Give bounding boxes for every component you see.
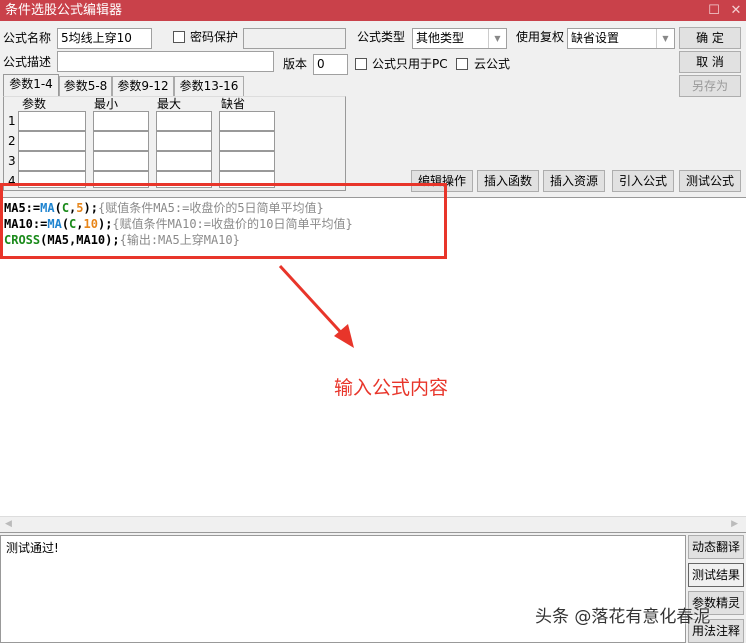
param-cell-input[interactable] — [18, 131, 86, 151]
type-value: 其他类型 — [416, 31, 465, 45]
type-label: 公式类型 — [357, 30, 406, 44]
save-as-button[interactable]: 另存为 — [679, 75, 741, 97]
output-text: 测试通过! — [6, 541, 59, 555]
scroll-right-icon[interactable]: ▶ — [731, 519, 738, 529]
maximize-icon[interactable]: ☐ — [704, 0, 724, 21]
formula-name-input[interactable]: 5均线上穿10 — [57, 28, 152, 49]
row-number: 3 — [8, 154, 16, 168]
param-cell-input[interactable] — [93, 111, 149, 131]
param-cell-input[interactable] — [156, 151, 212, 171]
param-cell-input[interactable] — [219, 111, 275, 131]
dynamic-translate-button[interactable]: 动态翻译 — [688, 535, 744, 559]
cloud-checkbox[interactable] — [456, 58, 468, 70]
annotation-text: 输入公式内容 — [334, 377, 449, 399]
name-label: 公式名称 — [3, 31, 52, 45]
param-cell-input[interactable] — [18, 111, 86, 131]
tab-params-9-12[interactable]: 参数9-12 — [112, 76, 174, 96]
default-header: 缺省 — [221, 97, 246, 111]
horizontal-scrollbar[interactable]: ◀ ▶ — [0, 516, 746, 533]
param-cell-input[interactable] — [18, 151, 86, 171]
min-header: 最小 — [94, 97, 119, 111]
max-header: 最大 — [157, 97, 182, 111]
password-label: 密码保护 — [190, 30, 239, 44]
password-checkbox[interactable] — [173, 31, 185, 43]
chevron-down-icon[interactable]: ▼ — [656, 29, 674, 48]
row-number: 2 — [8, 134, 16, 148]
adjust-value: 缺省设置 — [571, 31, 620, 45]
param-cell-input[interactable] — [219, 131, 275, 151]
param-cell-input[interactable] — [156, 111, 212, 131]
adjust-label: 使用复权 — [516, 30, 565, 44]
scroll-left-icon[interactable]: ◀ — [5, 519, 12, 529]
formula-type-select[interactable]: 其他类型 ▼ — [412, 28, 507, 49]
tab-params-1-4[interactable]: 参数1-4 — [3, 74, 59, 96]
tab-params-13-16[interactable]: 参数13-16 — [174, 76, 244, 96]
annotation-arrow-icon — [278, 264, 354, 348]
chevron-down-icon[interactable]: ▼ — [488, 29, 506, 48]
watermark: 头条 @落花有意化春泥 — [535, 607, 711, 627]
cancel-button[interactable]: 取 消 — [679, 51, 741, 73]
import-formula-button[interactable]: 引入公式 — [612, 170, 674, 192]
param-cell-input[interactable] — [93, 131, 149, 151]
desc-label: 公式描述 — [3, 55, 52, 69]
version-input[interactable]: 0 — [313, 54, 348, 75]
adjust-select[interactable]: 缺省设置 ▼ — [567, 28, 675, 49]
test-result-button[interactable]: 测试结果 — [688, 563, 744, 587]
pc-only-label: 公式只用于PC — [372, 57, 448, 71]
password-input[interactable] — [243, 28, 346, 49]
window-title: 条件选股公式编辑器 — [5, 3, 123, 18]
annotation-box — [0, 183, 447, 259]
pc-only-checkbox[interactable] — [355, 58, 367, 70]
ok-button[interactable]: 确 定 — [679, 27, 741, 49]
close-icon[interactable]: ✕ — [726, 0, 746, 21]
insert-function-button[interactable]: 插入函数 — [477, 170, 539, 192]
param-cell-input[interactable] — [156, 131, 212, 151]
param-cell-input[interactable] — [219, 151, 275, 171]
insert-resource-button[interactable]: 插入资源 — [543, 170, 605, 192]
param-header: 参数 — [22, 97, 47, 111]
tab-params-5-8[interactable]: 参数5-8 — [59, 76, 112, 96]
test-formula-button[interactable]: 测试公式 — [679, 170, 741, 192]
formula-desc-input[interactable] — [57, 51, 274, 72]
row-number: 1 — [8, 114, 16, 128]
version-label: 版本 — [283, 57, 308, 71]
param-cell-input[interactable] — [93, 151, 149, 171]
title-bar: 条件选股公式编辑器 — [0, 0, 746, 21]
cloud-label: 云公式 — [474, 57, 511, 71]
